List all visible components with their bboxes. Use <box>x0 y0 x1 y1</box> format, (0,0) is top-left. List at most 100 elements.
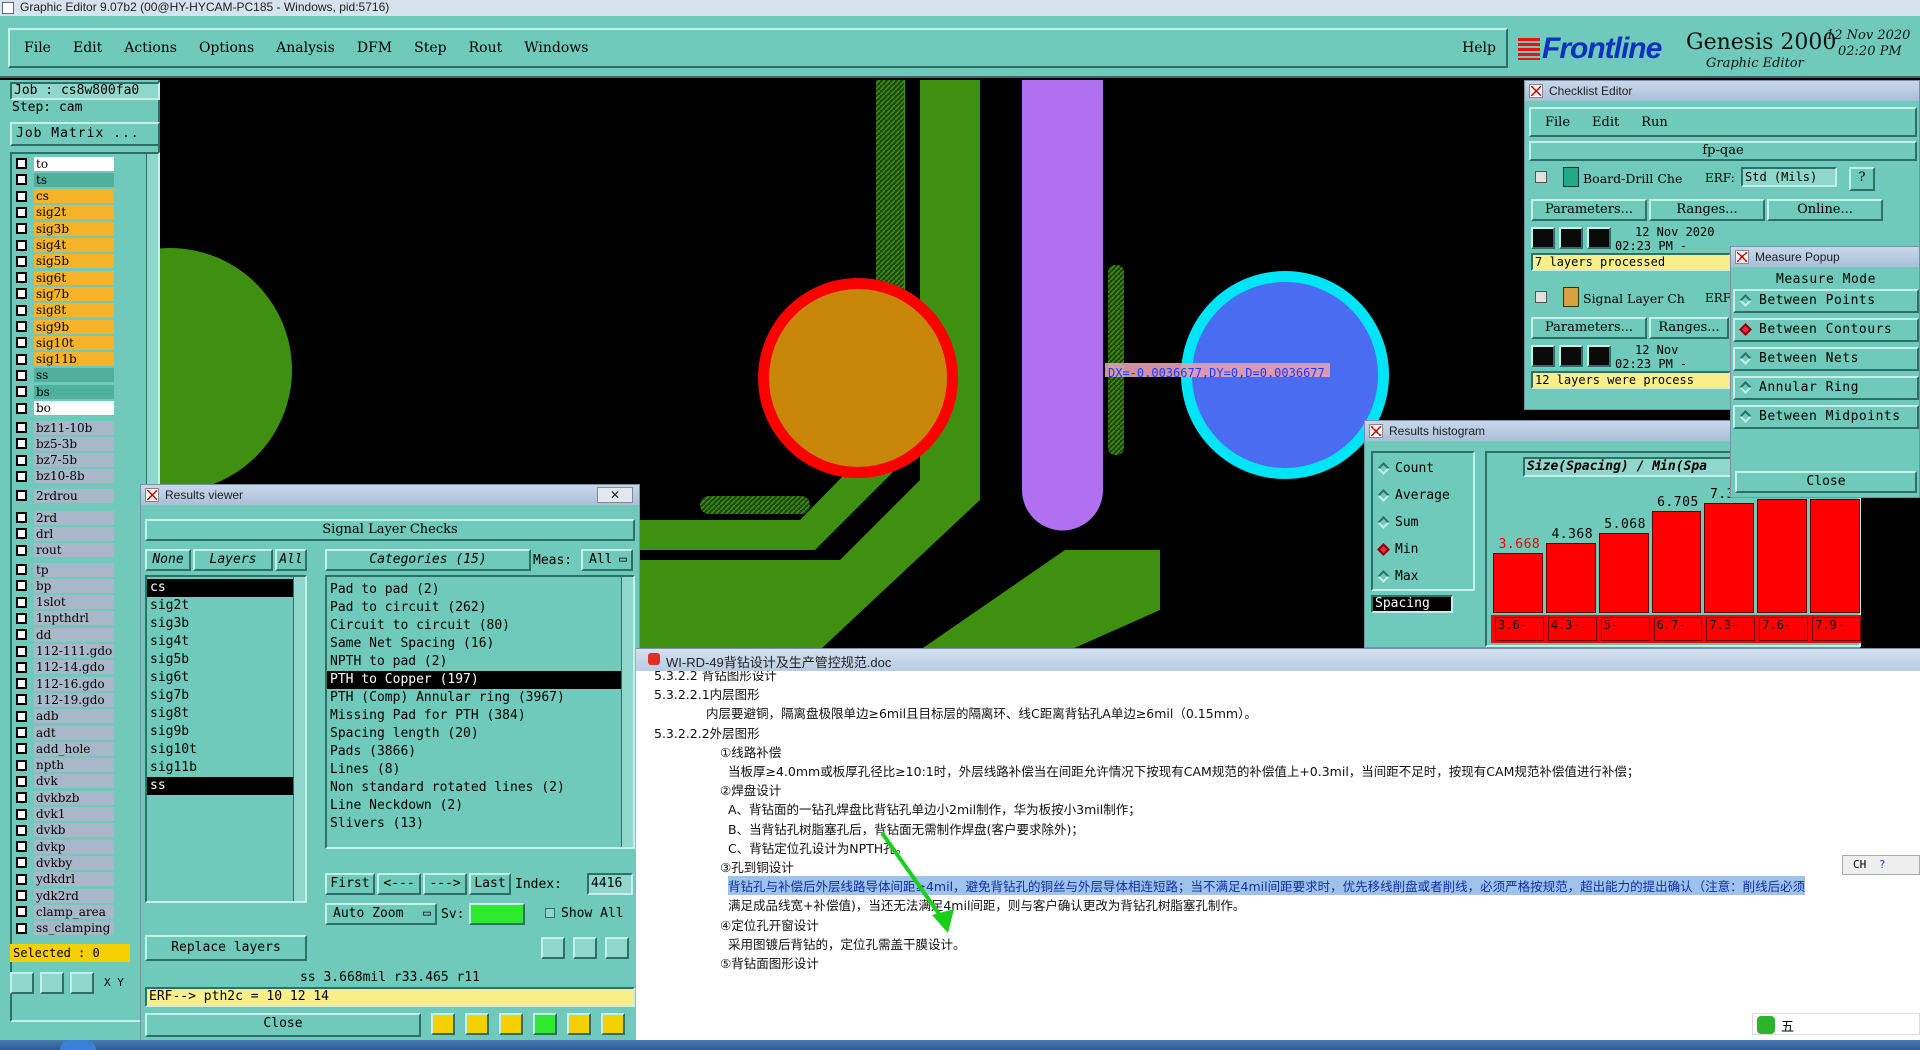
category-item[interactable]: Lines (8) <box>327 761 621 779</box>
layer-row[interactable]: adt <box>12 725 114 740</box>
result-layer-item[interactable]: cs <box>147 579 293 597</box>
histogram-option[interactable]: Max <box>1373 567 1473 587</box>
layer-name[interactable]: dvk <box>34 774 114 789</box>
run-icon[interactable] <box>1587 227 1611 249</box>
layer-name[interactable]: npth <box>34 758 114 773</box>
layer-row[interactable]: ss_clamping <box>12 921 114 936</box>
layer-checkbox[interactable] <box>16 727 27 738</box>
layer-row[interactable]: sig7b <box>12 286 114 301</box>
layer-checkbox[interactable] <box>16 759 27 771</box>
check1-parameters-button[interactable]: Parameters... <box>1531 199 1647 221</box>
layer-name[interactable]: ss_clamping <box>34 921 114 936</box>
last-button[interactable]: Last <box>469 873 511 895</box>
measure-mode-option[interactable]: Between Points <box>1733 289 1919 313</box>
layer-name[interactable]: ss <box>34 368 114 383</box>
categories-button[interactable]: Categories (15) <box>325 549 531 571</box>
result-layer-item[interactable]: ss <box>147 777 293 795</box>
layer-checkbox[interactable] <box>16 873 27 885</box>
check1-label[interactable]: Board-Drill Che <box>1583 171 1682 186</box>
layer-name[interactable]: 1npthdrl <box>34 611 114 626</box>
layer-name[interactable]: cs <box>34 189 114 204</box>
layer-checkbox[interactable] <box>16 490 27 501</box>
result-layer-item[interactable]: sig4t <box>147 633 293 651</box>
layer-row[interactable]: bz10-8b <box>12 469 114 484</box>
layer-name[interactable]: ts <box>34 172 114 187</box>
histogram-option[interactable]: Average <box>1373 486 1473 506</box>
layer-row[interactable]: 1slot <box>12 595 114 610</box>
meas-select[interactable]: All ▭ <box>581 549 633 571</box>
category-item[interactable]: NPTH to pad (2) <box>327 653 621 671</box>
results-viewer-close[interactable]: Close <box>145 1013 421 1037</box>
sv-select[interactable] <box>469 903 525 925</box>
check1-help-button[interactable]: ? <box>1849 167 1875 191</box>
category-item[interactable]: PTH (Comp) Annular ring (3967) <box>327 689 621 707</box>
layer-name[interactable]: 112-19.gdo <box>34 692 114 707</box>
replace-layers-button[interactable]: Replace layers <box>145 935 307 961</box>
layer-checkbox[interactable] <box>16 239 27 251</box>
layer-checkbox[interactable] <box>16 470 27 482</box>
layer-name[interactable]: rout <box>34 543 114 558</box>
layer-name[interactable]: clamp_area <box>34 904 114 919</box>
check2-parameters-button[interactable]: Parameters... <box>1531 317 1647 339</box>
histogram-bar[interactable] <box>1493 552 1543 613</box>
ime-logo-icon[interactable] <box>1757 1016 1775 1034</box>
layer-checkbox[interactable] <box>16 438 27 450</box>
tool-grid-icon[interactable] <box>70 972 94 994</box>
layer-name[interactable]: ydkdrl <box>34 872 114 887</box>
tool-icon-6[interactable] <box>601 1013 625 1035</box>
layer-checkbox[interactable] <box>16 612 27 624</box>
tool-icon-1[interactable] <box>431 1013 455 1035</box>
layer-checkbox[interactable] <box>16 158 27 169</box>
tool-measure-icon[interactable] <box>40 972 64 994</box>
layer-name[interactable]: bs <box>34 384 114 399</box>
layer-name[interactable]: bz5-3b <box>34 436 114 451</box>
layer-row[interactable]: dvkbzb <box>12 790 114 805</box>
layer-name[interactable]: bz11-10b <box>34 420 114 435</box>
show-all-checkbox[interactable] <box>545 908 555 918</box>
layer-name[interactable]: 112-111.gdo <box>34 644 114 658</box>
layer-checkbox[interactable] <box>16 629 27 641</box>
category-scrollbar[interactable] <box>621 577 633 847</box>
measure-mode-option[interactable]: Annular Ring <box>1733 376 1919 400</box>
check1-checkbox[interactable] <box>1535 171 1547 183</box>
histogram-option[interactable]: Sum <box>1373 513 1473 533</box>
layer-checkbox[interactable] <box>16 422 27 433</box>
layer-row[interactable]: dd <box>12 627 114 642</box>
check1-online-button[interactable]: Online... <box>1767 199 1883 221</box>
layer-name[interactable]: 112-14.gdo <box>34 660 114 675</box>
layer-checkbox[interactable] <box>16 190 27 202</box>
layer-row[interactable]: dvk <box>12 774 114 789</box>
category-item[interactable]: Pads (3866) <box>327 743 621 761</box>
layer-checkbox[interactable] <box>16 710 27 722</box>
layer-checkbox[interactable] <box>16 206 27 218</box>
layer-row[interactable]: tp <box>12 562 114 577</box>
first-button[interactable]: First <box>325 873 375 895</box>
layer-checkbox[interactable] <box>16 528 27 540</box>
layer-row[interactable]: sig6t <box>12 270 114 285</box>
layer-row[interactable]: ts <box>12 172 114 187</box>
layer-row[interactable]: rout <box>12 543 114 558</box>
layer-name[interactable]: sig7b <box>34 286 114 301</box>
layer-row[interactable]: add_hole <box>12 741 114 756</box>
layer-row[interactable]: 112-14.gdo <box>12 660 114 675</box>
layer-checkbox[interactable] <box>16 223 27 235</box>
layer-name[interactable]: sig6t <box>34 270 114 285</box>
layer-checkbox[interactable] <box>16 841 27 853</box>
histogram-bar[interactable] <box>1545 543 1596 613</box>
layer-row[interactable]: to <box>12 156 114 171</box>
category-item[interactable]: Pad to pad (2) <box>327 581 621 599</box>
category-item[interactable]: Spacing length (20) <box>327 725 621 743</box>
layers-button[interactable]: Layers <box>193 549 273 571</box>
layer-row[interactable]: 2rdrou <box>12 488 114 503</box>
result-layer-item[interactable]: sig3b <box>147 615 293 633</box>
layer-checkbox[interactable] <box>16 857 27 869</box>
layer-row[interactable]: bz5-3b <box>12 436 114 451</box>
result-layer-item[interactable]: sig7b <box>147 687 293 705</box>
menu-edit[interactable]: Edit <box>73 40 102 56</box>
category-item[interactable]: Circuit to circuit (80) <box>327 617 621 635</box>
layer-checkbox[interactable] <box>16 544 27 556</box>
result-layer-item[interactable]: sig11b <box>147 759 293 777</box>
layer-name[interactable]: sig8t <box>34 303 114 318</box>
layer-row[interactable]: sig9b <box>12 319 114 334</box>
layer-row[interactable]: bs <box>12 384 114 399</box>
